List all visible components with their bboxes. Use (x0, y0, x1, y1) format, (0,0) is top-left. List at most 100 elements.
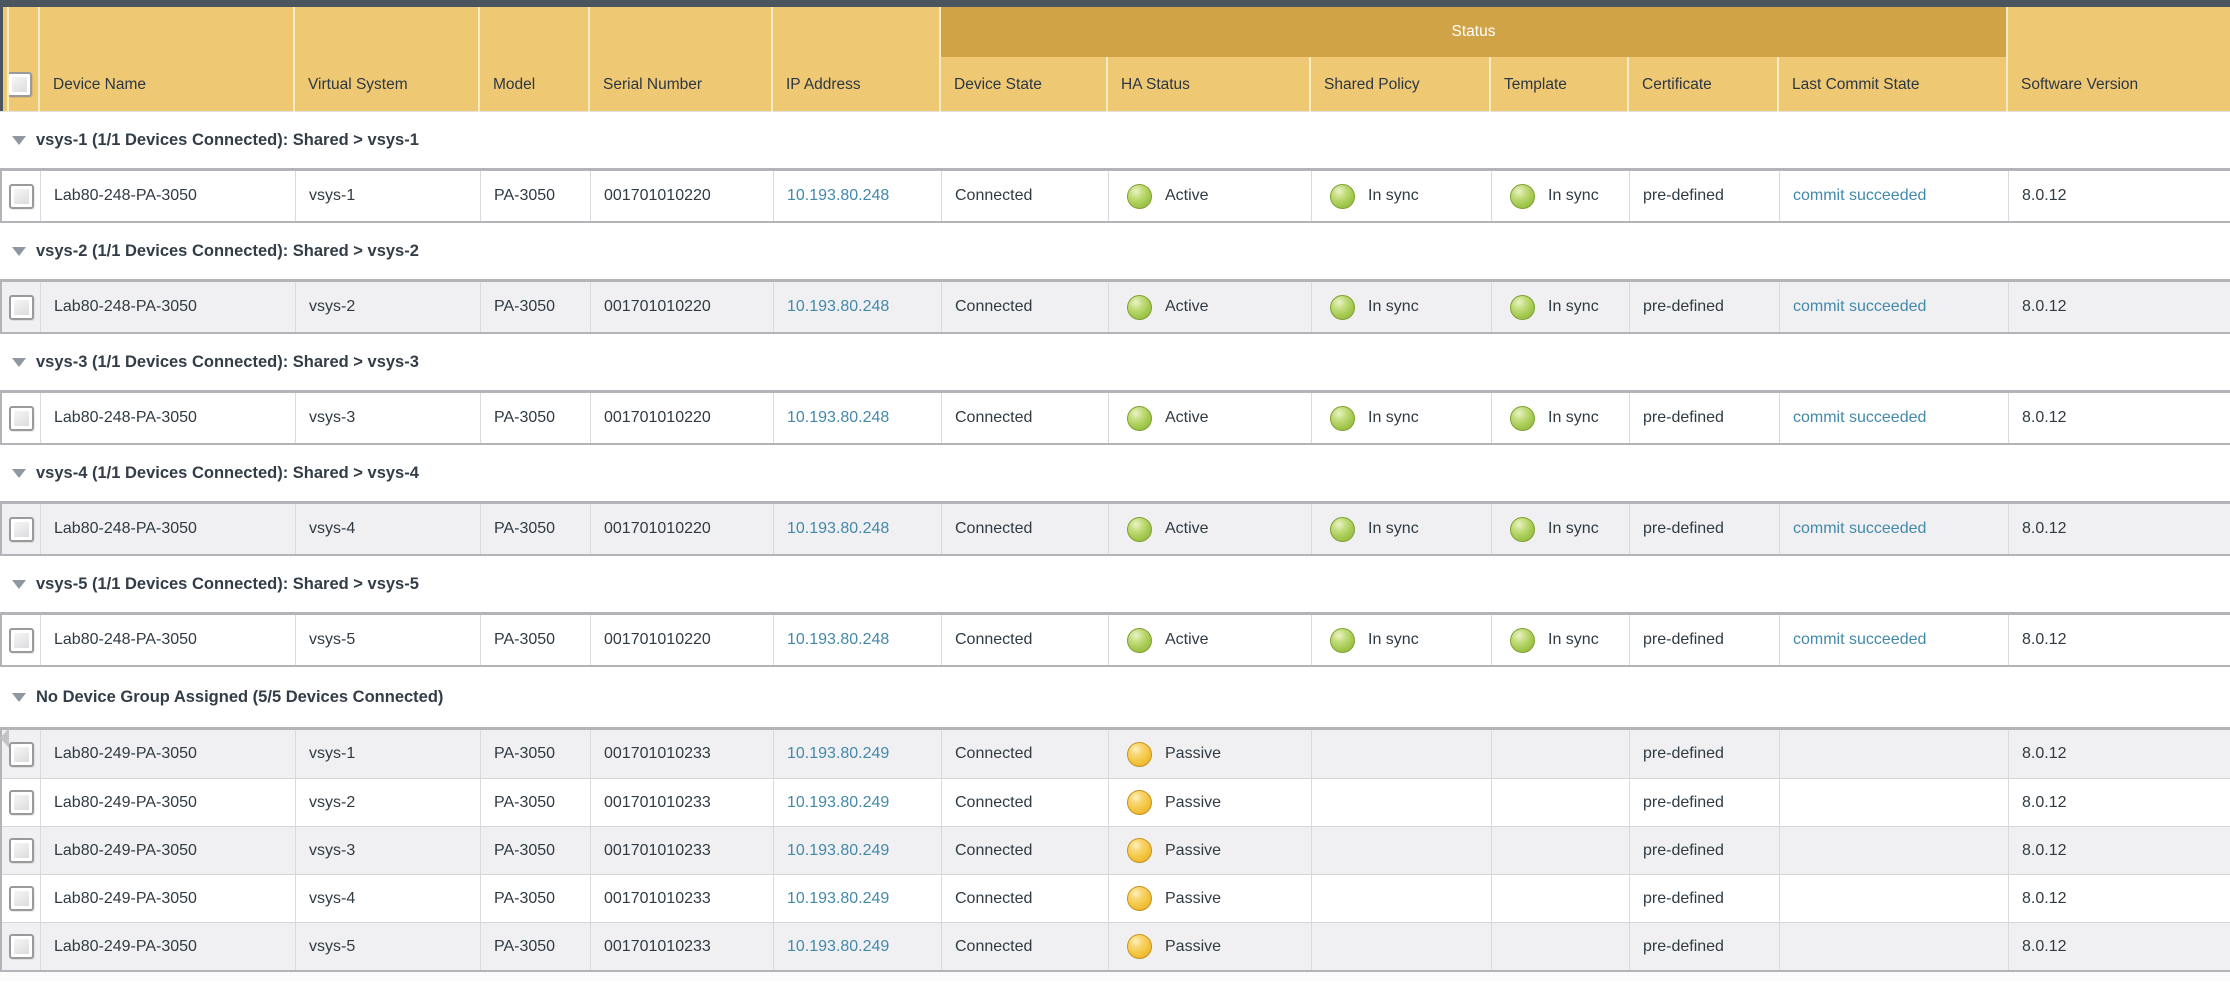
last_commit_state-cell: commit succeeded (1779, 615, 2008, 665)
table-row[interactable]: Lab80-249-PA-3050vsys-3PA-30500017010102… (2, 826, 2230, 874)
group-header-row[interactable]: vsys-5 (1/1 Devices Connected): Shared >… (0, 556, 2230, 612)
column-header-model[interactable]: Model (478, 57, 588, 112)
group-header-row[interactable]: vsys-4 (1/1 Devices Connected): Shared >… (0, 445, 2230, 501)
column-header-ip_address[interactable]: IP Address (771, 57, 939, 112)
software_version-text: 8.0.12 (2022, 298, 2066, 316)
software_version-text: 8.0.12 (2022, 631, 2066, 649)
device-rows-block: Lab80-248-PA-3050vsys-3PA-30500017010102… (0, 390, 2230, 445)
template-cell (1491, 875, 1629, 922)
model-text: PA-3050 (494, 938, 555, 956)
ip-address-link[interactable]: 10.193.80.248 (787, 409, 889, 427)
ip-address-link[interactable]: 10.193.80.248 (787, 631, 889, 649)
ip-address-link[interactable]: 10.193.80.249 (787, 938, 889, 956)
select-all-checkbox[interactable] (7, 72, 32, 97)
table-row[interactable]: Lab80-248-PA-3050vsys-1PA-30500017010102… (2, 171, 2230, 221)
ha_status-cell: Passive (1108, 730, 1311, 778)
group-header-row[interactable]: No Device Group Assigned (5/5 Devices Co… (0, 667, 2230, 727)
table-row[interactable]: Lab80-248-PA-3050vsys-2PA-30500017010102… (2, 282, 2230, 332)
last-commit-link[interactable]: commit succeeded (1793, 409, 1926, 427)
collapse-triangle-icon[interactable] (12, 136, 26, 145)
row-checkbox[interactable] (9, 886, 34, 911)
group-header-row[interactable]: vsys-1 (1/1 Devices Connected): Shared >… (0, 112, 2230, 168)
row-checkbox[interactable] (9, 406, 34, 431)
green-status-dot-icon (1510, 184, 1535, 209)
ip-address-link[interactable]: 10.193.80.249 (787, 890, 889, 908)
column-header-certificate[interactable]: Certificate (1627, 57, 1777, 112)
certificate-text: pre-defined (1643, 890, 1724, 908)
model-text: PA-3050 (494, 890, 555, 908)
column-header-serial_number[interactable]: Serial Number (588, 57, 771, 112)
device_name-cell: Lab80-249-PA-3050 (40, 779, 295, 826)
device-group-section: vsys-5 (1/1 Devices Connected): Shared >… (0, 556, 2230, 667)
ip-address-link[interactable]: 10.193.80.249 (787, 842, 889, 860)
last_commit_state-cell (1779, 779, 2008, 826)
collapse-triangle-icon[interactable] (12, 247, 26, 256)
table-row[interactable]: Lab80-249-PA-3050vsys-5PA-30500017010102… (2, 922, 2230, 970)
certificate-text: pre-defined (1643, 409, 1724, 427)
virtual_system-cell: vsys-1 (295, 171, 480, 221)
row-checkbox[interactable] (9, 790, 34, 815)
collapse-triangle-icon[interactable] (12, 693, 26, 702)
certificate-cell: pre-defined (1629, 393, 1779, 443)
model-text: PA-3050 (494, 842, 555, 860)
shared_policy-cell: In sync (1311, 393, 1491, 443)
row-checkbox[interactable] (9, 934, 34, 959)
table-row[interactable]: Lab80-249-PA-3050vsys-1PA-30500017010102… (2, 730, 2230, 778)
row-checkbox[interactable] (9, 517, 34, 542)
shared_policy-text: In sync (1368, 631, 1419, 649)
table-row[interactable]: Lab80-249-PA-3050vsys-4PA-30500017010102… (2, 874, 2230, 922)
ip-address-link[interactable]: 10.193.80.249 (787, 745, 889, 763)
column-header-label: IP Address (786, 76, 861, 94)
table-row[interactable]: Lab80-248-PA-3050vsys-3PA-30500017010102… (2, 393, 2230, 443)
device-rows-block: Lab80-248-PA-3050vsys-5PA-30500017010102… (0, 612, 2230, 667)
group-header-row[interactable]: vsys-2 (1/1 Devices Connected): Shared >… (0, 223, 2230, 279)
device_name-text: Lab80-248-PA-3050 (54, 298, 197, 316)
device_state-cell: Connected (941, 282, 1108, 332)
ip_address-cell: 10.193.80.248 (773, 171, 941, 221)
column-header-device_state[interactable]: Device State (939, 57, 1106, 112)
row-checkbox[interactable] (9, 742, 34, 767)
certificate-text: pre-defined (1643, 745, 1724, 763)
column-header-software_version[interactable]: Software Version (2006, 57, 2230, 112)
software_version-text: 8.0.12 (2022, 794, 2066, 812)
collapse-triangle-icon[interactable] (12, 358, 26, 367)
template-text: In sync (1548, 187, 1599, 205)
ip-address-link[interactable]: 10.193.80.248 (787, 187, 889, 205)
column-header-virtual_system[interactable]: Virtual System (293, 57, 478, 112)
ha_status-cell: Passive (1108, 779, 1311, 826)
ip-address-link[interactable]: 10.193.80.248 (787, 520, 889, 538)
collapse-triangle-icon[interactable] (12, 469, 26, 478)
ip-address-link[interactable]: 10.193.80.248 (787, 298, 889, 316)
last-commit-link[interactable]: commit succeeded (1793, 298, 1926, 316)
column-header-ha_status[interactable]: HA Status (1106, 57, 1309, 112)
panel-collapse-arrow-icon[interactable] (0, 728, 9, 748)
column-header-shared_policy[interactable]: Shared Policy (1309, 57, 1489, 112)
column-header-last_commit_state[interactable]: Last Commit State (1777, 57, 2006, 112)
last-commit-link[interactable]: commit succeeded (1793, 631, 1926, 649)
row-checkbox[interactable] (9, 838, 34, 863)
ip-address-link[interactable]: 10.193.80.249 (787, 794, 889, 812)
table-row[interactable]: Lab80-248-PA-3050vsys-5PA-30500017010102… (2, 615, 2230, 665)
row-checkbox[interactable] (9, 184, 34, 209)
last-commit-link[interactable]: commit succeeded (1793, 520, 1926, 538)
software_version-text: 8.0.12 (2022, 520, 2066, 538)
row-checkbox[interactable] (9, 628, 34, 653)
table-row[interactable]: Lab80-249-PA-3050vsys-2PA-30500017010102… (2, 778, 2230, 826)
select-cell (2, 923, 40, 970)
ip_address-cell: 10.193.80.249 (773, 827, 941, 874)
row-checkbox[interactable] (9, 295, 34, 320)
device_name-text: Lab80-249-PA-3050 (54, 842, 197, 860)
certificate-cell: pre-defined (1629, 730, 1779, 778)
ha_status-cell: Passive (1108, 923, 1311, 970)
managed-devices-screen: StatusDevice NameVirtual SystemModelSeri… (0, 0, 2230, 982)
ha_status-text: Passive (1165, 842, 1221, 860)
header-band-ip_address (771, 7, 939, 57)
table-row[interactable]: Lab80-248-PA-3050vsys-4PA-30500017010102… (2, 504, 2230, 554)
software_version-cell: 8.0.12 (2008, 615, 2230, 665)
last-commit-link[interactable]: commit succeeded (1793, 187, 1926, 205)
column-header-template[interactable]: Template (1489, 57, 1627, 112)
group-header-row[interactable]: vsys-3 (1/1 Devices Connected): Shared >… (0, 334, 2230, 390)
column-header-device_name[interactable]: Device Name (38, 57, 293, 112)
collapse-triangle-icon[interactable] (12, 580, 26, 589)
device-group-section: No Device Group Assigned (5/5 Devices Co… (0, 667, 2230, 972)
